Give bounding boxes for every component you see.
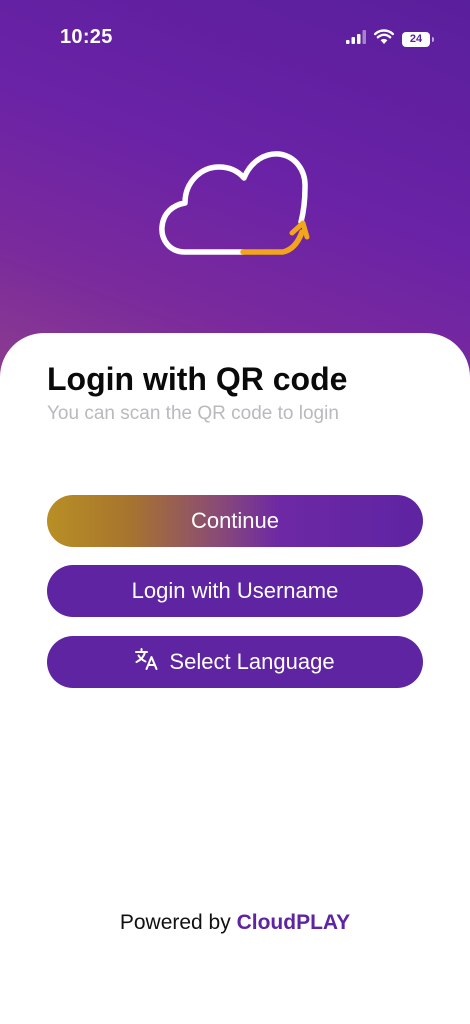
continue-button[interactable]: Continue — [47, 495, 423, 547]
page-subtitle: You can scan the QR code to login — [47, 403, 339, 424]
login-card: Login with QR code You can scan the QR c… — [0, 333, 470, 1024]
login-with-username-label: Login with Username — [131, 578, 339, 603]
status-bar: 10:25 24 — [0, 0, 470, 70]
translate-icon — [135, 648, 159, 676]
select-language-button[interactable]: Select Language — [47, 636, 423, 688]
page-title: Login with QR code — [47, 361, 348, 397]
cloud-logo-icon — [155, 140, 315, 265]
wifi-icon — [374, 29, 394, 49]
battery-level: 24 — [409, 33, 423, 45]
powered-by-footer: Powered by CloudPLAY — [0, 911, 470, 935]
select-language-label: Select Language — [169, 649, 335, 674]
signal-icon — [346, 29, 366, 49]
status-icons: 24 — [346, 29, 434, 49]
powered-by-text: Powered by — [119, 911, 231, 934]
battery-icon: 24 — [402, 31, 434, 47]
brand-name: CloudPLAY — [236, 911, 351, 934]
login-with-username-button[interactable]: Login with Username — [47, 565, 423, 617]
continue-button-label: Continue — [190, 508, 280, 533]
status-time: 10:25 — [60, 26, 113, 48]
